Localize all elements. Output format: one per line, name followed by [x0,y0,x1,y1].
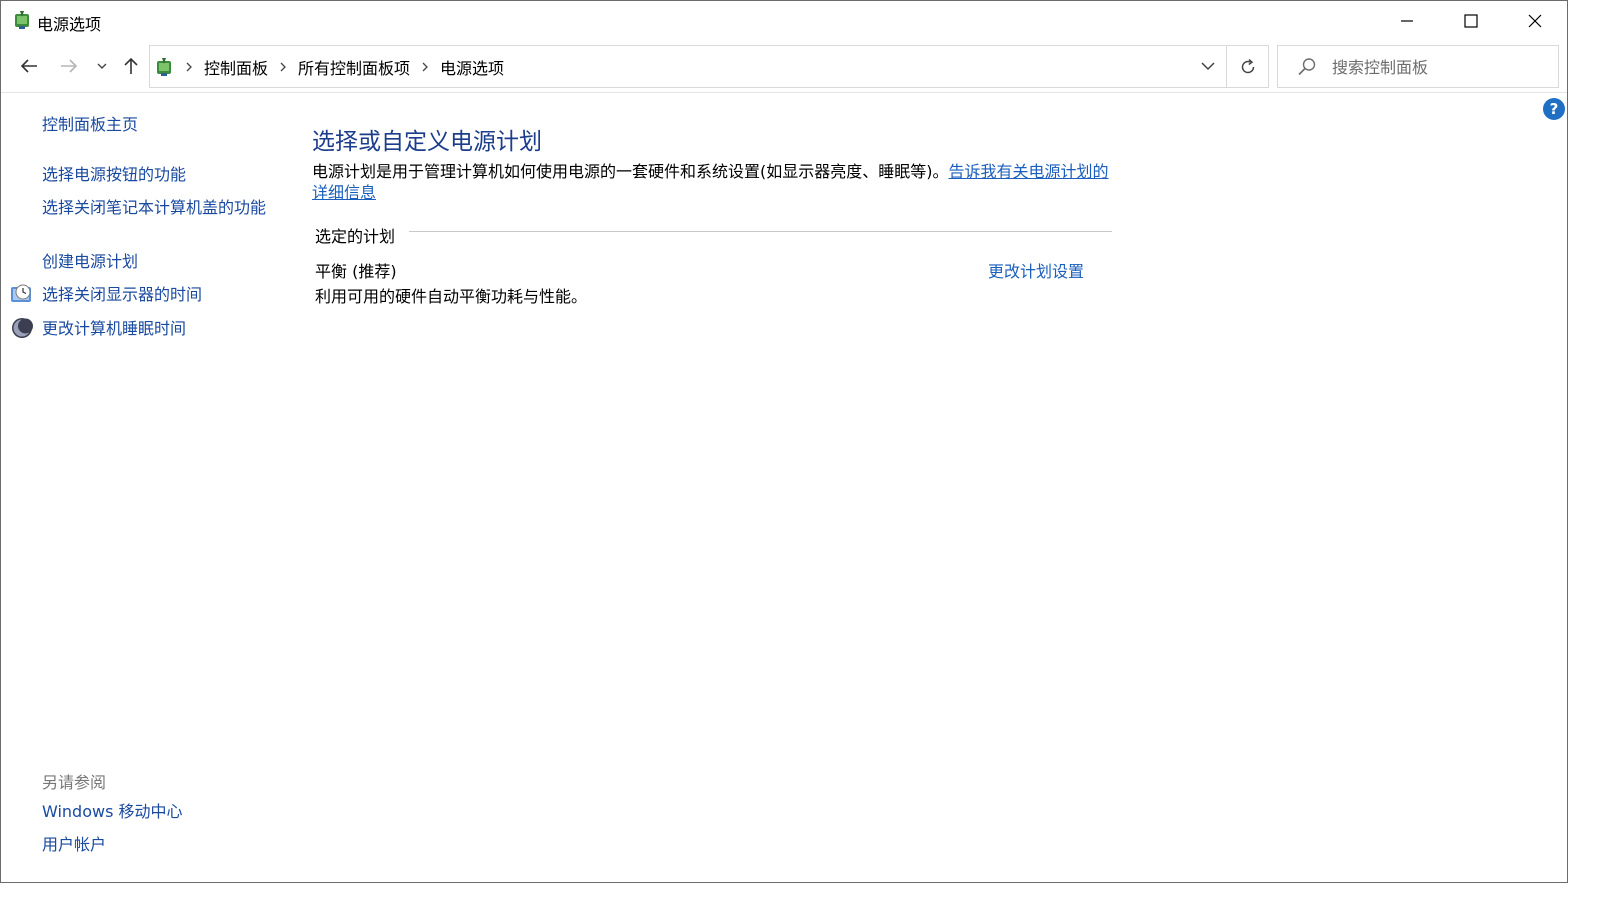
help-button[interactable]: ? [1543,98,1565,120]
sidebar-link-sleep-time[interactable]: 更改计算机睡眠时间 [42,318,186,339]
maximize-button[interactable] [1439,1,1503,41]
search-input[interactable] [1332,54,1552,80]
desktop-bottom-edge [0,883,1600,901]
up-button[interactable] [118,53,144,79]
see-also-mobility-center[interactable]: Windows 移动中心 [42,801,183,822]
close-icon [1528,14,1542,28]
left-pane: 控制面板主页 选择电源按钮的功能 选择关闭笔记本计算机盖的功能 创建电源计划 选… [1,94,291,884]
refresh-icon [1241,58,1255,73]
chevron-down-icon [1201,62,1215,71]
recent-locations-button[interactable] [92,53,112,79]
address-bar[interactable]: 控制面板 所有控制面板项 电源选项 [149,45,1269,88]
address-dropdown-button[interactable] [1190,46,1226,87]
sidebar-link-control-panel-home[interactable]: 控制面板主页 [42,114,138,135]
arrow-left-icon [20,59,37,73]
search-icon [1298,58,1316,76]
close-button[interactable] [1503,1,1567,41]
see-also-user-accounts[interactable]: 用户帐户 [42,834,106,855]
breadcrumb-control-panel[interactable]: 控制面板 [200,55,272,79]
minimize-button[interactable] [1375,1,1439,41]
arrow-right-icon [61,59,78,73]
chevron-down-icon [97,63,107,69]
group-divider [409,231,1112,232]
sidebar-link-display-off[interactable]: 选择关闭显示器的时间 [42,284,202,305]
chevron-right-icon[interactable] [272,62,294,72]
title-bar: 电源选项 [1,1,1567,41]
search-box[interactable] [1277,45,1559,88]
plan-description: 利用可用的硬件自动平衡功耗与性能。 [315,287,588,306]
breadcrumb-power-options[interactable]: 电源选项 [436,55,508,79]
sleep-moon-icon [12,318,33,338]
power-options-icon [15,11,29,29]
selected-plan-header: 选定的计划 [315,227,396,246]
power-options-window: 电源选项 控制面板 所有控制面板项 电源选项 搜索控制面板 ? 控制面板主页 选… [0,0,1568,883]
minimize-icon [1401,20,1413,22]
breadcrumb-all-items[interactable]: 所有控制面板项 [294,55,414,79]
sidebar-link-power-buttons[interactable]: 选择电源按钮的功能 [42,164,186,185]
chevron-right-icon[interactable] [178,62,200,72]
breadcrumb: 控制面板 所有控制面板项 电源选项 [178,46,508,87]
forward-button[interactable] [56,53,82,79]
desktop-edge [1568,0,1600,901]
chevron-right-icon[interactable] [414,62,436,72]
page-title: 选择或自定义电源计划 [312,129,542,155]
description-text: 电源计划是用于管理计算机如何使用电源的一套硬件和系统设置(如显示器亮度、睡眠等)… [312,162,949,181]
back-button[interactable] [16,53,42,79]
see-also-heading: 另请参阅 [42,773,107,792]
power-options-icon [157,58,171,76]
refresh-button[interactable] [1227,46,1269,87]
maximize-icon [1464,14,1478,28]
sidebar-link-lid-close[interactable]: 选择关闭笔记本计算机盖的功能 [42,197,267,218]
page-description: 电源计划是用于管理计算机如何使用电源的一套硬件和系统设置(如显示器亮度、睡眠等)… [312,161,1112,203]
navigation-bar: 控制面板 所有控制面板项 电源选项 [1,41,1567,93]
window-title: 电源选项 [37,15,102,34]
sidebar-link-create-plan[interactable]: 创建电源计划 [42,251,138,272]
change-plan-settings-link[interactable]: 更改计划设置 [988,258,1084,282]
plan-name: 平衡 (推荐) [315,262,397,281]
display-clock-icon [11,284,31,302]
arrow-up-icon [124,57,138,74]
